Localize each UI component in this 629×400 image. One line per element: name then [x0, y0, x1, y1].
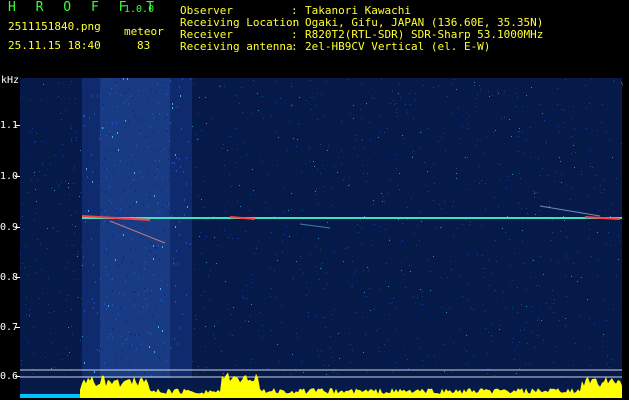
header-panel: H R O F F T 1.0.0 2511151840.png 25.11.1… [0, 0, 629, 72]
spectrogram-canvas [20, 78, 622, 398]
antenna-sep: : [291, 40, 298, 53]
histogram-base [20, 394, 80, 398]
meteor-count: 83 [137, 39, 151, 52]
meteor-trace [539, 205, 601, 217]
y-unit-label: kHz [1, 75, 20, 86]
meteor-trace [299, 223, 331, 229]
filename-label: 2511151840.png [8, 20, 101, 33]
datetime-label: 25.11.15 18:40 [8, 39, 101, 52]
type-label: meteor [124, 25, 164, 38]
version-label: 1.0.0 [124, 4, 155, 15]
antenna-label: Receiving antenna [180, 40, 293, 53]
antenna-value: 2el-HB9CV Vertical (el. E-W) [305, 40, 491, 53]
spectrogram-plot [20, 78, 622, 398]
